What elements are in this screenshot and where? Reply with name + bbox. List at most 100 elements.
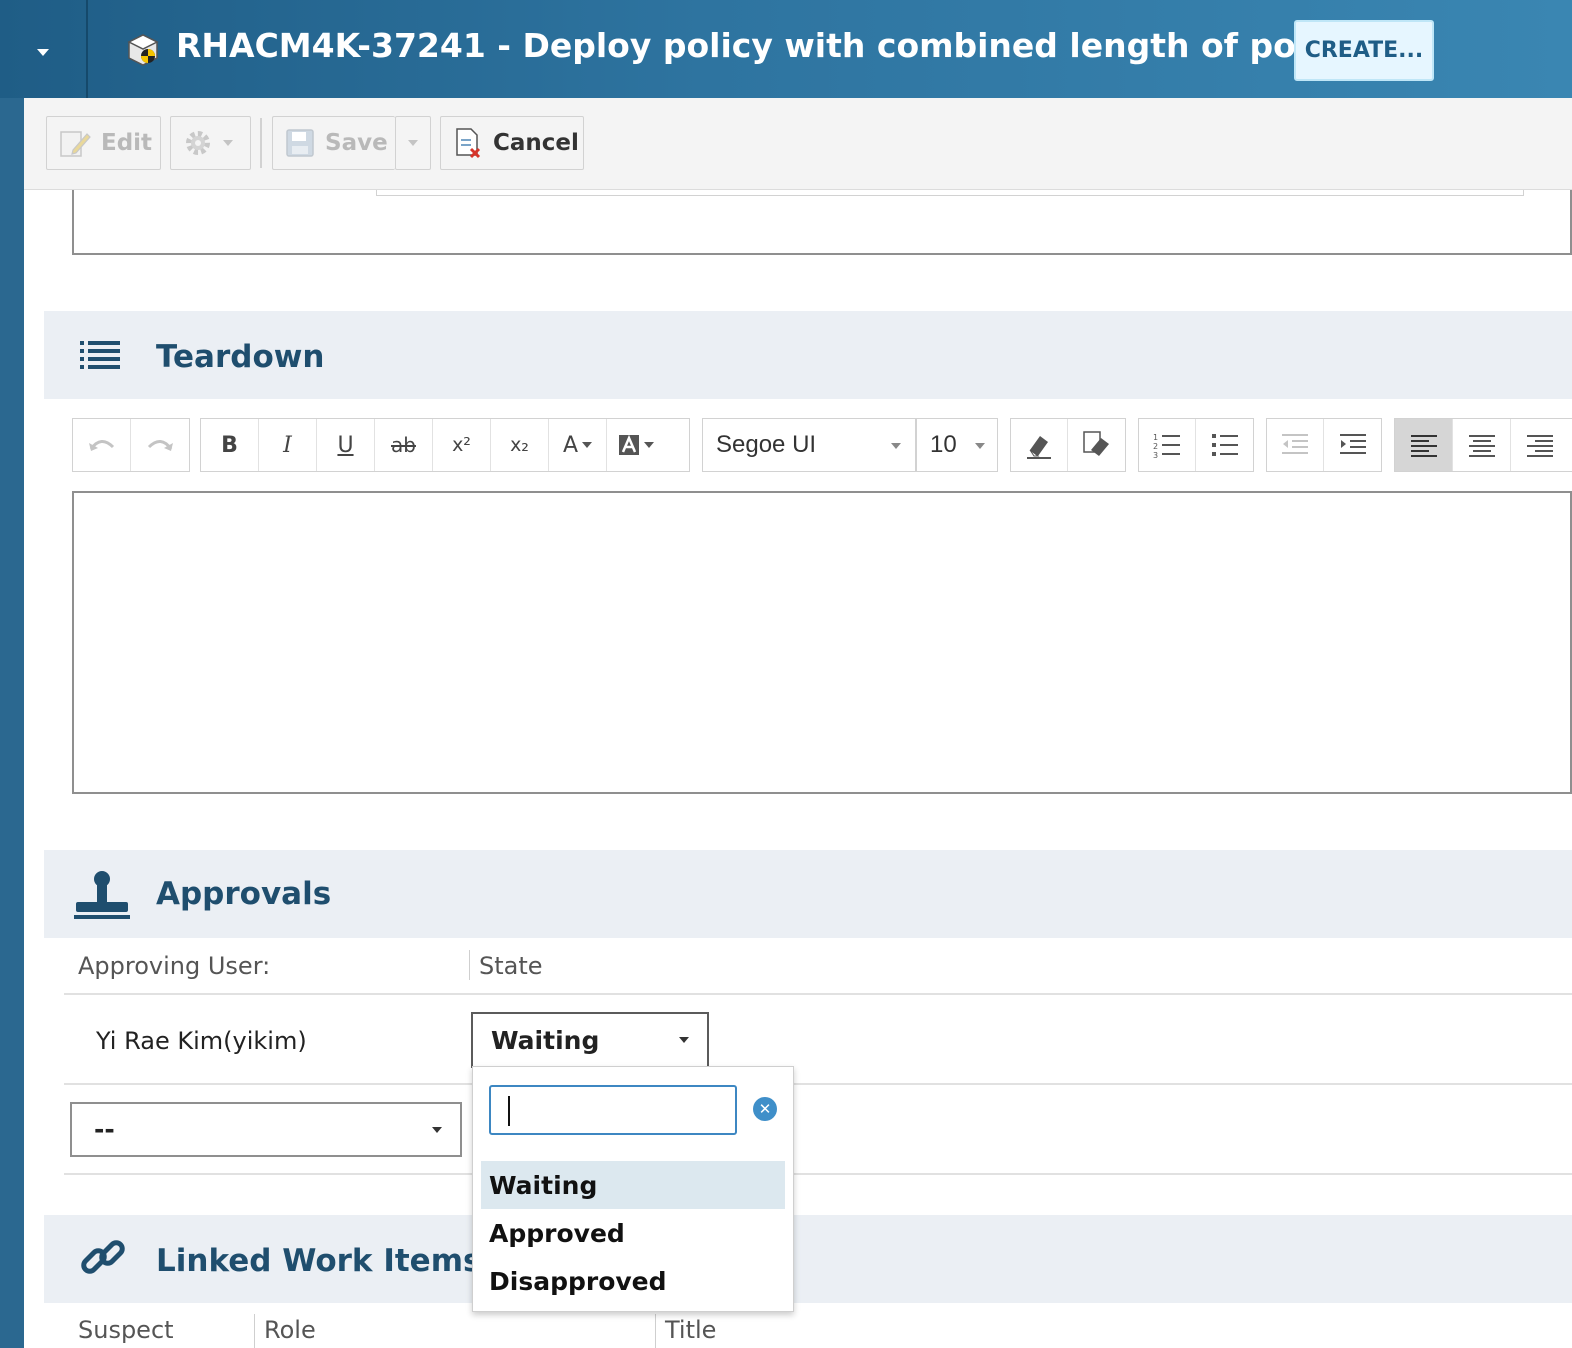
teardown-title: Teardown <box>156 339 325 375</box>
chevron-down-icon <box>37 48 49 56</box>
edit-label: Edit <box>101 130 153 156</box>
list-icon <box>80 341 120 369</box>
align-center-button[interactable] <box>1453 419 1511 471</box>
teardown-editor[interactable] <box>72 491 1572 794</box>
chevron-down-icon <box>975 443 985 449</box>
chevron-down-icon <box>223 140 233 146</box>
save-button[interactable]: Save <box>272 116 395 170</box>
redo-button[interactable] <box>131 419 189 471</box>
save-options-dropdown[interactable] <box>395 116 431 170</box>
align-center-icon <box>1468 435 1495 457</box>
outdent-icon <box>1282 434 1308 454</box>
align-left-icon <box>1410 435 1437 457</box>
dropdown-option-waiting[interactable]: Waiting <box>481 1161 785 1209</box>
dropdown-search-input[interactable] <box>489 1085 737 1135</box>
settings-menu-button[interactable] <box>170 116 251 170</box>
outdent-button[interactable] <box>1267 419 1325 471</box>
floppy-disk-icon <box>286 129 314 157</box>
bullet-list-button[interactable] <box>1196 419 1253 471</box>
italic-icon: I <box>283 432 292 458</box>
text-cursor <box>508 1096 510 1126</box>
indent-button[interactable] <box>1324 419 1381 471</box>
approving-user-column-header: Approving User: <box>78 952 271 980</box>
underline-icon: U <box>337 432 354 458</box>
strikethrough-icon: ab <box>391 433 416 457</box>
highlight-color-button[interactable] <box>607 419 665 471</box>
cancel-document-icon <box>456 128 481 159</box>
bold-button[interactable]: B <box>201 419 259 471</box>
clear-search-icon[interactable]: ✕ <box>753 1097 777 1121</box>
undo-button[interactable] <box>73 419 131 471</box>
superscript-button[interactable]: x² <box>433 419 491 471</box>
toolbar-divider <box>260 118 262 168</box>
dropdown-option-disapproved[interactable]: Disapproved <box>481 1257 785 1305</box>
undo-icon <box>88 440 114 451</box>
chevron-down-icon <box>891 443 901 449</box>
approvals-section-header: Approvals <box>44 850 1572 938</box>
numbered-list-button[interactable]: 123 <box>1139 419 1197 471</box>
cancel-button[interactable]: Cancel <box>440 116 584 170</box>
redo-icon <box>147 440 173 451</box>
superscript-icon: x² <box>452 434 471 456</box>
approval-state-select[interactable]: Waiting <box>471 1012 709 1068</box>
chevron-down-icon <box>644 442 654 448</box>
history-group <box>72 418 190 472</box>
eraser-icon <box>1027 436 1051 459</box>
row-divider <box>64 1173 1572 1175</box>
previous-field-editor[interactable] <box>72 190 1572 255</box>
align-right-icon <box>1527 435 1553 457</box>
link-icon <box>81 1240 125 1274</box>
state-column-header: State <box>479 952 543 980</box>
strikethrough-button[interactable]: ab <box>375 419 433 471</box>
alignment-group <box>1394 418 1572 472</box>
linked-work-items-title: Linked Work Items <box>156 1243 482 1279</box>
numbered-list-icon: 123 <box>1153 433 1180 460</box>
highlight-icon <box>619 434 639 455</box>
font-name-select[interactable]: Segoe UI <box>702 418 916 472</box>
role-column-header: Role <box>264 1316 316 1344</box>
font-color-button[interactable]: A <box>549 419 607 471</box>
underline-button[interactable]: U <box>317 419 375 471</box>
edit-icon <box>60 131 91 157</box>
row-divider <box>64 1083 1572 1085</box>
font-size-select[interactable]: 10 <box>916 418 998 472</box>
dropdown-option-approved[interactable]: Approved <box>481 1209 785 1257</box>
indent-icon <box>1339 434 1366 454</box>
left-navigation-rail <box>0 98 24 1348</box>
subscript-icon: x₂ <box>510 434 529 456</box>
approving-user-name: Yi Rae Kim(yikim) <box>96 1027 307 1055</box>
chevron-down-icon <box>432 1126 442 1133</box>
italic-button[interactable]: I <box>259 419 317 471</box>
approvals-title: Approvals <box>156 876 332 912</box>
align-right-button[interactable] <box>1511 419 1569 471</box>
indent-group <box>1266 418 1382 472</box>
font-size-value: 10 <box>930 431 957 458</box>
create-button[interactable]: CREATE... <box>1294 20 1434 81</box>
bullet-list-icon <box>1211 434 1238 456</box>
nav-collapse-toggle[interactable] <box>0 0 88 98</box>
add-approver-select[interactable]: -- <box>70 1102 462 1157</box>
bold-icon: B <box>221 432 238 458</box>
formatting-group: B I U ab x² x₂ A <box>200 418 690 472</box>
edit-toolbar: Edit Save Cancel <box>24 98 1572 190</box>
clear-format-group <box>1010 418 1126 472</box>
svg-text:1: 1 <box>1153 433 1158 442</box>
clear-formatting-button[interactable] <box>1011 419 1069 471</box>
approval-state-value: Waiting <box>491 1025 600 1055</box>
save-label: Save <box>325 130 388 156</box>
list-group: 123 <box>1138 418 1254 472</box>
edit-button[interactable]: Edit <box>46 116 161 170</box>
column-divider <box>254 1314 255 1348</box>
cancel-label: Cancel <box>493 130 579 156</box>
clear-all-formatting-button[interactable] <box>1068 419 1125 471</box>
font-color-icon: A <box>562 432 579 458</box>
subscript-button[interactable]: x₂ <box>491 419 549 471</box>
align-left-button[interactable] <box>1395 419 1453 471</box>
approval-state-dropdown: ✕ Waiting Approved Disapproved <box>472 1066 794 1312</box>
column-divider <box>655 1314 656 1348</box>
chevron-down-icon <box>582 442 593 448</box>
suspect-column-header: Suspect <box>78 1316 174 1344</box>
teardown-section-header: Teardown <box>44 311 1572 399</box>
table-header-divider <box>64 993 1572 995</box>
approval-stamp-icon <box>74 871 130 919</box>
